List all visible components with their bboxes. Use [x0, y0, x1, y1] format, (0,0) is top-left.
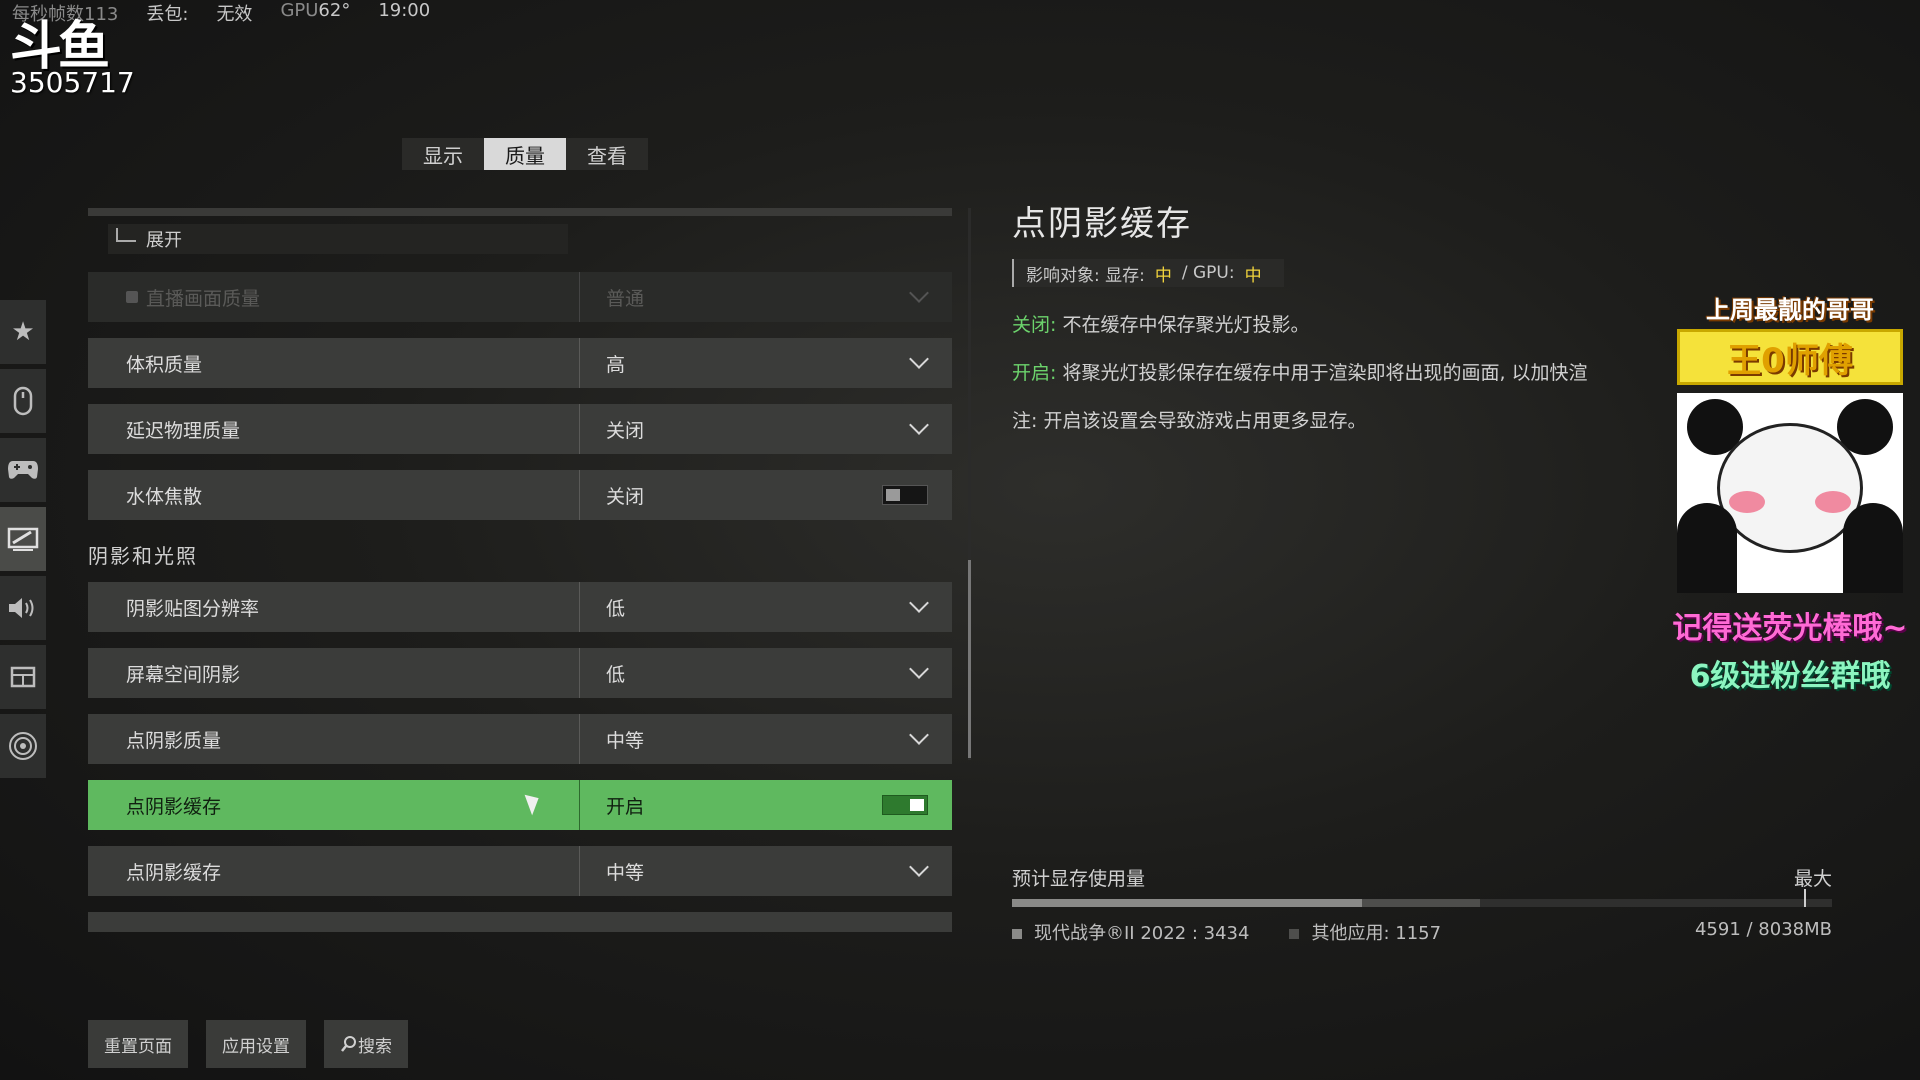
setting-value: 关闭 — [606, 419, 645, 442]
setting-value: 中等 — [606, 729, 645, 752]
setting-name: 水体焦散 — [88, 470, 580, 520]
layout-icon[interactable] — [0, 645, 46, 709]
setting-value: 低 — [606, 597, 626, 620]
mouse-icon[interactable] — [0, 369, 46, 433]
on-text: 将聚光灯投影保存在缓存中用于渲染即将出现的画面, 以加快渲 — [1062, 362, 1588, 384]
tab-view[interactable]: 查看 — [566, 138, 648, 170]
setting-name: 点阴影质量 — [88, 714, 580, 764]
settings-tabs: 显示 质量 查看 — [402, 138, 648, 170]
detail-description: 关闭: 不在缓存中保存聚光灯投影。 开启: 将聚光灯投影保存在缓存中用于渲染即将… — [1012, 301, 1652, 445]
room-id: 3505717 — [10, 66, 135, 99]
vram-usage: 预计显存使用量 最大 现代战争®II 2022 : 3434 其他应用: 115… — [1012, 864, 1832, 945]
legend-other-swatch — [1289, 929, 1300, 939]
gpu-temp: 62° — [318, 0, 351, 21]
search-button[interactable]: 搜索 — [324, 1020, 408, 1068]
display-icon[interactable] — [0, 507, 46, 571]
vram-label: 预计显存使用量 — [1012, 868, 1146, 890]
impact-gpu-label: / GPU: — [1181, 263, 1235, 283]
legend-game: 现代战争®II 2022 : 3434 — [1034, 923, 1250, 944]
bottom-actions: 重置页面 应用设置 搜索 — [88, 1020, 408, 1068]
setting-name: 阴影贴图分辨率 — [88, 582, 580, 632]
off-text: 不在缓存中保存聚光灯投影。 — [1062, 314, 1310, 336]
overlay-message-1: 记得送荧光棒哦~ — [1672, 611, 1908, 646]
clock: 19:00 — [378, 0, 431, 21]
badge-title: 上周最靓的哥哥 — [1706, 296, 1874, 324]
on-label: 开启: — [1012, 362, 1057, 384]
badge-name: 王0师傅 — [1677, 329, 1903, 385]
expand-row[interactable]: 展开 — [108, 224, 568, 254]
reset-page-button[interactable]: 重置页面 — [88, 1020, 188, 1068]
gpu-label: GPU — [280, 0, 319, 21]
list-divider — [88, 208, 952, 216]
search-label: 搜索 — [358, 1036, 392, 1057]
expand-label: 展开 — [146, 230, 182, 251]
setting-name: 延迟物理质量 — [88, 404, 580, 454]
vram-max-label: 最大 — [1793, 868, 1832, 890]
vram-game-fill — [1012, 899, 1363, 907]
sidebar: ★ — [0, 300, 46, 783]
gamepad-icon[interactable] — [0, 438, 46, 502]
off-label: 关闭: — [1012, 314, 1057, 336]
speaker-icon[interactable] — [0, 576, 46, 640]
impact-label: 影响对象: 显存: — [1026, 265, 1145, 286]
setting-row-deferred-physics[interactable]: 延迟物理质量 关闭 — [88, 404, 952, 454]
vram-other-fill — [1362, 899, 1481, 907]
lock-icon — [126, 291, 138, 303]
setting-name: 直播画面质量 — [146, 287, 261, 310]
overlay-message-2: 6级进粉丝群哦 — [1689, 659, 1891, 694]
setting-value: 低 — [606, 663, 626, 686]
setting-row-spot-shadow-cache-2[interactable]: 点阴影缓存 中等 — [88, 846, 952, 896]
water-caustics-toggle[interactable] — [882, 485, 928, 505]
setting-name: 点阴影缓存 — [88, 846, 580, 896]
stream-overlay: 上周最靓的哥哥 王0师傅 记得送荧光棒哦~ 6级进粉丝群哦 — [1660, 290, 1920, 695]
impact-gpu: 中 — [1244, 265, 1262, 286]
setting-row-water-caustics[interactable]: 水体焦散 关闭 — [88, 470, 952, 520]
note-text: 注: 开启该设置会导致游戏占用更多显存。 — [1012, 410, 1367, 432]
setting-name: 点阴影缓存 — [88, 780, 580, 830]
detail-panel: 点阴影缓存 影响对象: 显存: 中 / GPU: 中 关闭: 不在缓存中保存聚光… — [1012, 196, 1652, 445]
setting-row-volume-quality[interactable]: 体积质量 高 — [88, 338, 952, 388]
setting-name: 屏幕空间阴影 — [88, 648, 580, 698]
scrollbar-thumb[interactable] — [968, 560, 971, 758]
spot-shadow-cache-toggle[interactable] — [882, 795, 928, 815]
drop-value: 无效 — [216, 4, 253, 25]
search-icon — [341, 1036, 356, 1052]
detail-title: 点阴影缓存 — [1012, 204, 1192, 244]
network-icon[interactable] — [0, 714, 46, 778]
setting-value: 高 — [606, 353, 626, 376]
setting-row-stream-quality: 直播画面质量 普通 — [88, 272, 952, 322]
setting-row-screen-space-shadows[interactable]: 屏幕空间阴影 低 — [88, 648, 952, 698]
apply-settings-button[interactable]: 应用设置 — [206, 1020, 306, 1068]
tab-quality[interactable]: 质量 — [484, 138, 566, 170]
impact-vram: 中 — [1154, 265, 1172, 286]
setting-value: 普通 — [606, 287, 645, 310]
setting-row-partial[interactable] — [88, 912, 952, 932]
setting-row-spot-shadow-cache[interactable]: 点阴影缓存 开启 — [88, 780, 952, 830]
setting-name: 体积质量 — [88, 338, 580, 388]
drop-label: 丢包: — [146, 4, 189, 25]
impact-tag: 影响对象: 显存: 中 / GPU: 中 — [1012, 259, 1284, 287]
vram-bar — [1012, 889, 1832, 907]
setting-row-shadow-map-resolution[interactable]: 阴影贴图分辨率 低 — [88, 582, 952, 632]
tree-branch-icon — [116, 228, 136, 242]
vram-max-marker — [1804, 889, 1806, 907]
setting-row-spot-shadow-quality[interactable]: 点阴影质量 中等 — [88, 714, 952, 764]
settings-list: 展开 直播画面质量 普通 体积质量 高 延迟物理质量 关闭 水体焦散 关闭 阴影… — [88, 208, 952, 932]
legend-game-swatch — [1012, 929, 1022, 939]
legend-other: 其他应用: 1157 — [1311, 923, 1442, 944]
section-shadows-lighting: 阴影和光照 — [88, 544, 198, 568]
tab-display[interactable]: 显示 — [402, 138, 484, 170]
setting-value: 中等 — [606, 861, 645, 884]
vram-total: 4591 / 8038MB — [1694, 919, 1832, 940]
star-icon[interactable]: ★ — [0, 300, 46, 364]
panda-meme-image — [1677, 393, 1903, 593]
